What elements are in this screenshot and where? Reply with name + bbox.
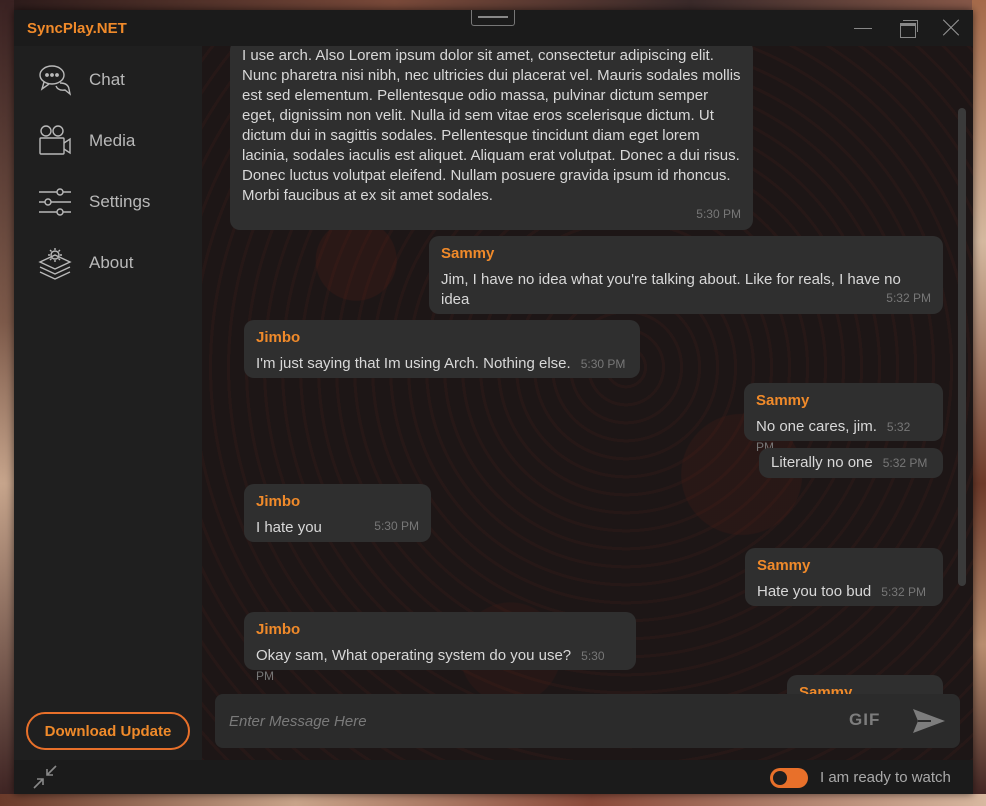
sidebar-item-about[interactable]: About xyxy=(38,243,198,283)
message-text: Hate you too bud xyxy=(757,583,872,600)
close-button[interactable] xyxy=(936,16,966,40)
title-bar[interactable]: SyncPlay.NET xyxy=(14,10,973,46)
message-bubble: Sammy Hate you too bud 5:32 PM xyxy=(745,548,943,606)
message-text: I'm just saying that Im using Arch. Noth… xyxy=(256,355,571,372)
message-input[interactable] xyxy=(229,706,829,736)
status-bar: I am ready to watch xyxy=(14,760,973,794)
camera-icon xyxy=(39,125,71,155)
download-update-button[interactable]: Download Update xyxy=(26,712,190,750)
message-text: I use arch. Also Lorem ipsum dolor sit a… xyxy=(242,47,741,204)
desktop-background-left xyxy=(0,0,14,806)
message-text: Okay sam, What operating system do you u… xyxy=(256,647,572,664)
message-text: I hate you xyxy=(256,519,322,536)
message-bubble: I use arch. Also Lorem ipsum dolor sit a… xyxy=(230,46,753,230)
message-author: Jimbo xyxy=(256,493,301,510)
message-time: 5:32 PM xyxy=(882,456,928,470)
desktop-background-bottom xyxy=(0,794,986,806)
app-title: SyncPlay.NET xyxy=(27,20,127,37)
message-time: 5:30 PM xyxy=(696,207,741,221)
sidebar-item-label: About xyxy=(89,253,134,272)
desktop-background-right xyxy=(972,0,986,806)
message-author: Sammy xyxy=(757,557,811,574)
message-time: 5:30 PM xyxy=(580,357,626,371)
message-composer: GIF xyxy=(215,694,960,748)
sidebar-item-chat[interactable]: Chat xyxy=(38,60,198,100)
message-text: No one cares, jim. xyxy=(756,418,877,435)
drag-handle-icon[interactable] xyxy=(471,10,515,26)
chat-scrollbar[interactable] xyxy=(958,108,966,586)
gif-button[interactable]: GIF xyxy=(849,710,880,730)
message-text: Jim, I have no idea what you're talking … xyxy=(441,271,901,308)
sidebar-item-label: Media xyxy=(89,131,136,150)
restore-button[interactable] xyxy=(893,16,923,40)
toggle-knob xyxy=(773,771,787,785)
sidebar: Chat Media Settings About Download Updat… xyxy=(14,46,202,760)
sidebar-item-label: Chat xyxy=(89,70,125,89)
app-window: SyncPlay.NET Chat Media Settings About D… xyxy=(14,10,973,794)
message-author: Sammy xyxy=(441,245,495,262)
message-bubble: Jimbo Okay sam, What operating system do… xyxy=(244,612,636,683)
message-time: 5:32 PM xyxy=(881,585,926,599)
message-bubble: Literally no one 5:32 PM xyxy=(759,448,943,478)
sidebar-item-label: Settings xyxy=(89,192,151,211)
sidebar-item-media[interactable]: Media xyxy=(38,121,198,161)
sliders-icon xyxy=(39,188,71,216)
layers-gear-icon xyxy=(38,248,72,280)
ready-toggle[interactable] xyxy=(770,768,808,788)
ready-label: I am ready to watch xyxy=(820,769,951,786)
send-icon[interactable] xyxy=(911,706,947,736)
message-bubble: Sammy Jim, I have no idea what you're ta… xyxy=(429,236,943,314)
message-time: 5:32 PM xyxy=(886,291,931,305)
minimize-button[interactable] xyxy=(848,16,878,40)
chat-icon xyxy=(39,65,72,96)
message-text: Literally no one xyxy=(771,454,873,471)
message-bubble: Sammy No one cares, jim. 5:32 PM xyxy=(744,383,943,454)
desktop-background xyxy=(0,0,986,10)
chat-message-list[interactable]: I use arch. Also Lorem ipsum dolor sit a… xyxy=(202,46,973,760)
sidebar-item-settings[interactable]: Settings xyxy=(38,182,198,222)
message-time: 5:30 PM xyxy=(374,519,419,533)
message-author: Jimbo xyxy=(256,329,301,346)
message-bubble: Jimbo I hate you 5:30 PM xyxy=(244,484,431,542)
message-bubble: Jimbo I'm just saying that Im using Arch… xyxy=(244,320,640,378)
message-author: Jimbo xyxy=(256,621,301,638)
message-author: Sammy xyxy=(756,392,810,409)
collapse-icon[interactable] xyxy=(32,764,58,790)
